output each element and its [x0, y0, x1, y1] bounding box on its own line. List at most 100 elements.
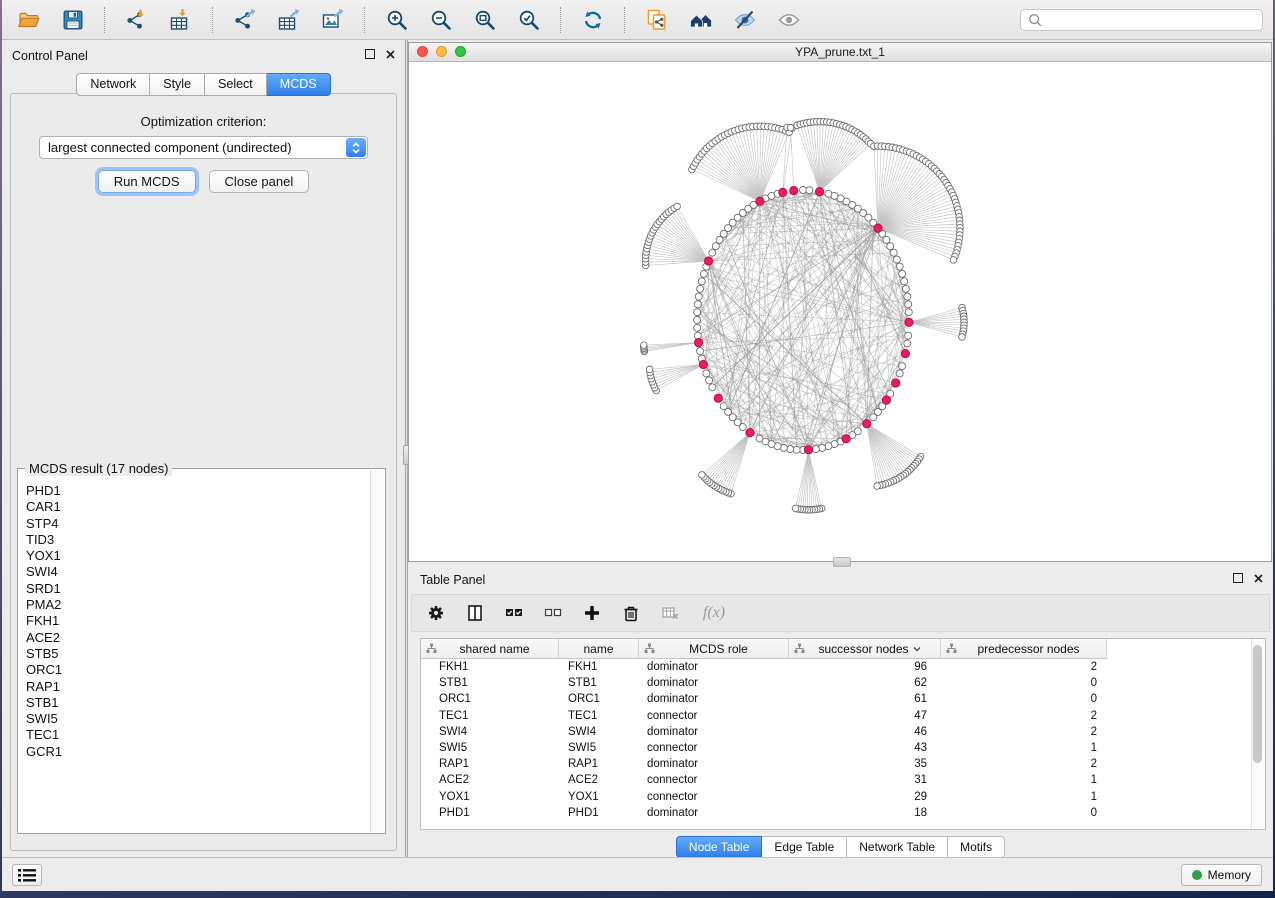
- network-view-window: YPA_prune.txt_1: [408, 42, 1272, 562]
- function-builder-button[interactable]: f(x): [699, 603, 729, 623]
- first-neighbors-button[interactable]: [684, 5, 718, 35]
- mcds-result-item[interactable]: PMA2: [19, 597, 371, 613]
- mcds-result-item[interactable]: YOX1: [19, 548, 371, 564]
- mcds-result-list[interactable]: PHD1CAR1STP4TID3YOX1SWI4SRD1PMA2FKH1ACE2…: [19, 470, 371, 832]
- column-visibility-button[interactable]: [465, 603, 485, 623]
- table-panel-tabs: Node TableEdge TableNetwork TableMotifs: [408, 836, 1273, 858]
- column-header-MCDS-role[interactable]: MCDS role: [639, 639, 789, 658]
- show-all-button[interactable]: [772, 5, 806, 35]
- mcds-result-item[interactable]: ACE2: [19, 630, 371, 646]
- close-window-icon[interactable]: [417, 46, 428, 57]
- mcds-result-item[interactable]: FKH1: [19, 613, 371, 629]
- table-cell: ACE2: [559, 774, 639, 786]
- tab-motifs[interactable]: Motifs: [948, 836, 1005, 858]
- table-scrollbar[interactable]: [1251, 639, 1265, 829]
- table-row[interactable]: TEC1TEC1connector472: [421, 708, 1265, 724]
- table-row[interactable]: SWI4SWI4dominator462: [421, 724, 1265, 740]
- deselect-all-rows-button[interactable]: [543, 603, 563, 623]
- table-row[interactable]: PHD1PHD1dominator180: [421, 805, 1265, 821]
- mcds-result-item[interactable]: TEC1: [19, 727, 371, 743]
- zoom-selected-button[interactable]: [512, 5, 546, 35]
- select-all-rows-icon: [505, 604, 523, 622]
- export-table-button[interactable]: [272, 5, 306, 35]
- save-session-button[interactable]: [56, 5, 90, 35]
- table-row[interactable]: FKH1FKH1dominator962: [421, 659, 1265, 675]
- refresh-button[interactable]: [576, 5, 610, 35]
- mcds-result-item[interactable]: TID3: [19, 532, 371, 548]
- network-graph[interactable]: [409, 62, 1271, 561]
- mcds-result-item[interactable]: SWI5: [19, 711, 371, 727]
- add-column-button[interactable]: [582, 603, 602, 623]
- memory-button[interactable]: Memory: [1181, 864, 1262, 886]
- search-input[interactable]: [1048, 12, 1256, 28]
- tab-style[interactable]: Style: [150, 73, 205, 96]
- mcds-result-item[interactable]: RAP1: [19, 679, 371, 695]
- mcds-result-item[interactable]: STB5: [19, 646, 371, 662]
- hide-selected-button[interactable]: [728, 5, 762, 35]
- zoom-fit-button[interactable]: [468, 5, 502, 35]
- tab-edge-table[interactable]: Edge Table: [762, 836, 847, 858]
- mcds-result-item[interactable]: CAR1: [19, 499, 371, 515]
- run-mcds-button[interactable]: Run MCDS: [98, 170, 196, 193]
- horizontal-splitter-handle[interactable]: [833, 557, 851, 567]
- table-scrollbar-thumb[interactable]: [1253, 645, 1262, 763]
- column-header-predecessor-nodes[interactable]: predecessor nodes: [941, 639, 1107, 658]
- tab-network[interactable]: Network: [76, 73, 150, 96]
- table-cell: dominator: [639, 677, 789, 689]
- zoom-in-button[interactable]: [380, 5, 414, 35]
- mcds-list-scrollbar[interactable]: [370, 470, 384, 832]
- export-network-button[interactable]: [228, 5, 262, 35]
- mcds-result-item[interactable]: STB1: [19, 695, 371, 711]
- network-canvas[interactable]: [409, 62, 1271, 561]
- column-header-successor-nodes[interactable]: successor nodes: [789, 639, 941, 658]
- mcds-result-item[interactable]: SRD1: [19, 581, 371, 597]
- close-table-panel-icon[interactable]: [1254, 574, 1263, 583]
- mcds-result-item[interactable]: STP4: [19, 516, 371, 532]
- table-row[interactable]: ORC1ORC1dominator610: [421, 691, 1265, 707]
- function-icon: f(x): [703, 604, 725, 622]
- show-panels-button[interactable]: [12, 864, 42, 886]
- zoom-out-icon: [429, 8, 453, 32]
- float-table-panel-icon[interactable]: [1233, 573, 1243, 583]
- tab-node-table[interactable]: Node Table: [676, 836, 763, 858]
- table-cell: STB1: [559, 677, 639, 689]
- table-row[interactable]: ACE2ACE2connector311: [421, 772, 1265, 788]
- float-panel-icon[interactable]: [365, 49, 375, 59]
- tab-network-table[interactable]: Network Table: [847, 836, 948, 858]
- table-cell: 0: [941, 807, 1107, 819]
- tab-select[interactable]: Select: [205, 73, 267, 96]
- column-header-name[interactable]: name: [559, 639, 639, 658]
- table-row[interactable]: YOX1YOX1connector291: [421, 789, 1265, 805]
- open-file-icon: [17, 8, 41, 32]
- network-view-titlebar[interactable]: YPA_prune.txt_1: [409, 43, 1271, 62]
- table-cell: 43: [789, 742, 941, 754]
- minimize-window-icon[interactable]: [436, 46, 447, 57]
- criterion-select[interactable]: largest connected component (undirected): [39, 136, 368, 159]
- table-cell: PHD1: [421, 807, 559, 819]
- maximize-window-icon[interactable]: [455, 46, 466, 57]
- delete-table-button[interactable]: [660, 603, 680, 623]
- open-file-button[interactable]: [12, 5, 46, 35]
- duplicate-network-button[interactable]: [640, 5, 674, 35]
- table-row[interactable]: RAP1RAP1dominator352: [421, 756, 1265, 772]
- table-cell: connector: [639, 710, 789, 722]
- mcds-result-item[interactable]: GCR1: [19, 744, 371, 760]
- close-panel-button[interactable]: Close panel: [209, 170, 310, 193]
- zoom-fit-icon: [473, 8, 497, 32]
- export-image-button[interactable]: [316, 5, 350, 35]
- import-table-button[interactable]: [164, 5, 198, 35]
- zoom-out-button[interactable]: [424, 5, 458, 35]
- search-box[interactable]: [1020, 9, 1263, 31]
- delete-column-button[interactable]: [621, 603, 641, 623]
- table-row[interactable]: SWI5SWI5connector431: [421, 740, 1265, 756]
- mcds-result-item[interactable]: PHD1: [19, 483, 371, 499]
- select-all-rows-button[interactable]: [504, 603, 524, 623]
- import-network-button[interactable]: [120, 5, 154, 35]
- mcds-result-item[interactable]: SWI4: [19, 564, 371, 580]
- table-row[interactable]: STB1STB1dominator620: [421, 675, 1265, 691]
- column-header-shared-name[interactable]: shared name: [421, 639, 559, 658]
- close-panel-icon[interactable]: [386, 50, 395, 59]
- table-settings-button[interactable]: [426, 603, 446, 623]
- mcds-result-item[interactable]: ORC1: [19, 662, 371, 678]
- tab-mcds[interactable]: MCDS: [267, 73, 331, 96]
